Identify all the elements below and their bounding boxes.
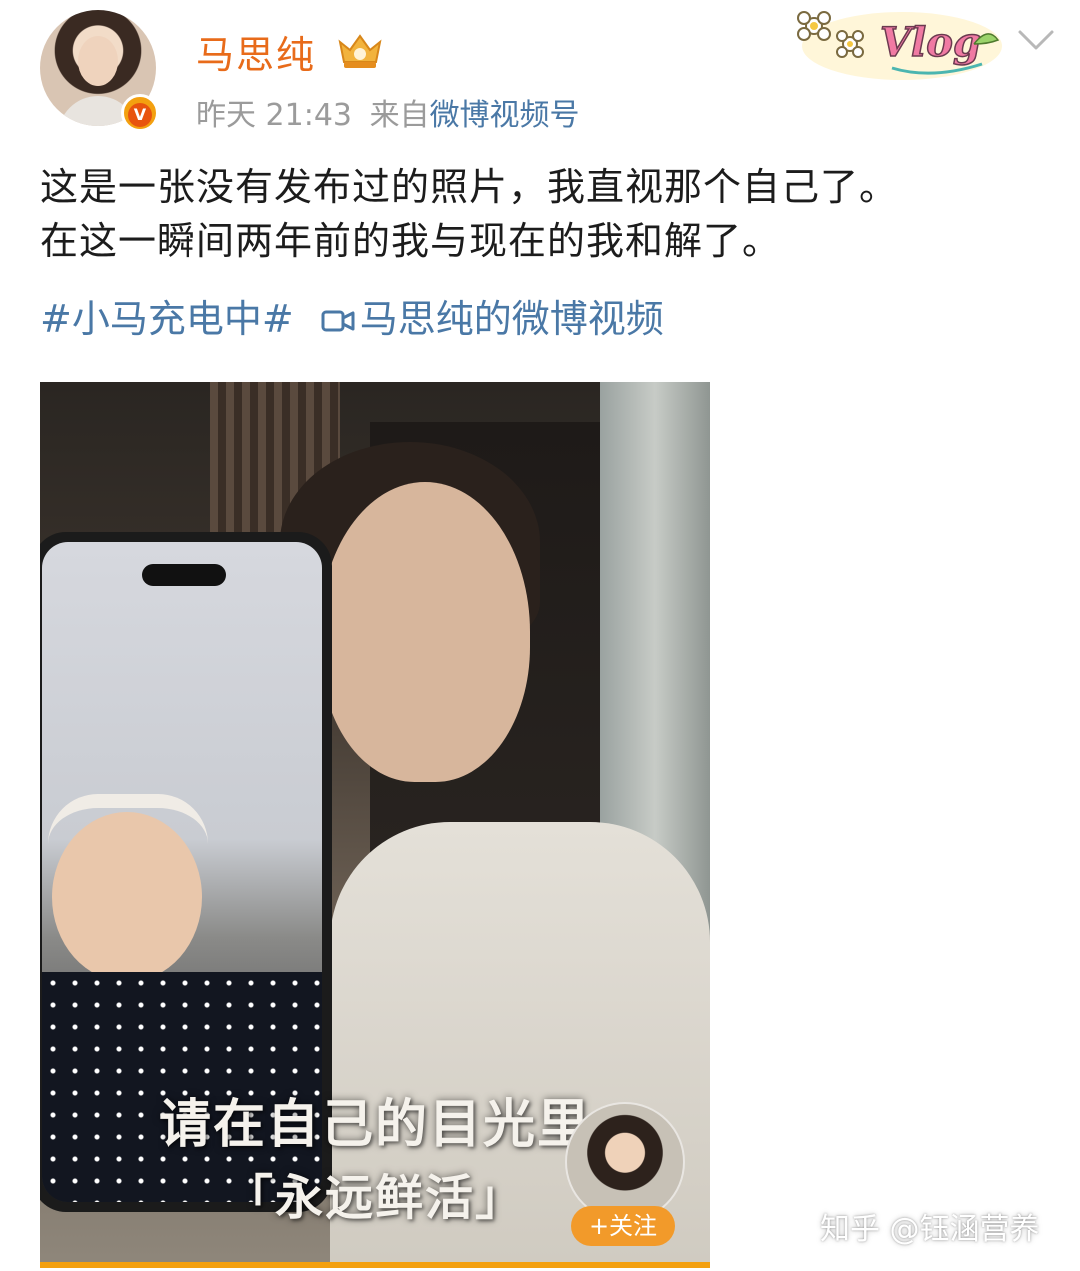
svg-text:Vlog: Vlog <box>880 19 981 66</box>
hashtag-link[interactable]: #小马充电中# <box>40 297 294 341</box>
video-progress-bar[interactable] <box>40 1262 710 1268</box>
video-camera-icon <box>321 310 355 332</box>
post-text-line-1: 这是一张没有发布过的照片，我直视那个自己了。 <box>40 165 899 209</box>
post-day: 昨天 <box>196 98 256 133</box>
avatar-face <box>78 36 118 86</box>
author-name[interactable]: 马思纯 <box>196 24 316 79</box>
verified-badge-letter: V <box>128 103 152 127</box>
vlog-sticker-icon: Vlog <box>797 11 1002 80</box>
old-photo-face <box>52 812 202 982</box>
post-text-line-2: 在这一瞬间两年前的我与现在的我和解了。 <box>40 219 782 263</box>
post-time: 21:43 <box>265 98 353 133</box>
person-face <box>320 482 530 782</box>
phone-dynamic-island <box>142 564 226 586</box>
post-body: 这是一张没有发布过的照片，我直视那个自己了。 在这一瞬间两年前的我与现在的我和解… <box>40 160 1060 268</box>
chevron-down-icon[interactable] <box>1016 28 1056 52</box>
video-progress-fill <box>40 1262 710 1268</box>
video-link[interactable]: 马思纯的微博视频 <box>320 297 664 341</box>
verified-badge-icon: V <box>121 94 159 132</box>
source-link[interactable]: 微博视频号 <box>430 98 580 133</box>
video-author-avatar[interactable] <box>565 1102 685 1222</box>
zhihu-watermark: 知乎 @钰涵营养 <box>820 1212 1040 1247</box>
post-meta: 昨天 21:43 来自微博视频号 <box>196 90 580 134</box>
follow-button[interactable]: +关注 <box>571 1206 675 1246</box>
video-link-label: 马思纯的微博视频 <box>359 297 664 341</box>
post-links: #小马充电中# 马思纯的微博视频 <box>40 292 664 346</box>
source-prefix: 来自 <box>369 98 430 133</box>
vip-crown-icon <box>338 34 382 68</box>
video-player[interactable]: 请在自己的目光里 「永远鲜活」 +关注 <box>40 382 710 1268</box>
